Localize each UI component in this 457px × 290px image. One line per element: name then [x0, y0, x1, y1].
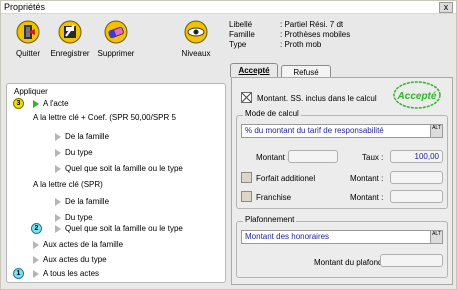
exit-icon [16, 20, 40, 44]
apply-item-famille-1[interactable]: De la famille [55, 132, 109, 141]
arrow-right-icon [55, 148, 61, 157]
apply-item-acte[interactable]: A l'acte [33, 99, 69, 108]
apply-item-actes-type[interactable]: Aux actes du type [33, 255, 107, 264]
apply-item-tous[interactable]: A tous les actes [33, 269, 99, 278]
arrow-right-icon [33, 255, 39, 264]
apply-item-type-1[interactable]: Du type [55, 148, 93, 157]
franchise-label: Franchise [256, 193, 292, 202]
arrow-right-icon [55, 164, 61, 173]
montant-label: Montant : [256, 153, 290, 162]
info-row: Famille : Prothèses mobiles [229, 30, 351, 39]
arrow-right-icon [33, 240, 39, 249]
eye-icon [184, 20, 208, 44]
title-bar: Propriétés x [1, 1, 456, 14]
save-label: Enregistrer [50, 49, 90, 58]
stamp-text: Accepté [397, 91, 437, 102]
arrow-right-icon [55, 197, 61, 206]
tab-accepte[interactable]: Accepté [230, 63, 278, 77]
franchise-montant-input[interactable] [390, 190, 443, 203]
apply-item-lettre-coef[interactable]: A la lettre clé + Coef. (SPR 50,00/SPR 5 [33, 113, 176, 122]
forfait-label: Forfait additionel [256, 174, 316, 183]
calc-mode-select[interactable]: % du montant du tarif de responsabilité … [241, 124, 443, 138]
arrow-right-icon [33, 269, 39, 278]
arrow-right-icon [55, 132, 61, 141]
levels-label: Niveaux [181, 49, 211, 58]
save-icon [58, 20, 82, 44]
quit-label: Quitter [15, 49, 40, 58]
levels-button[interactable]: Niveaux [173, 19, 219, 58]
accepted-panel: Montant. SS. inclus dans le calcul Accep… [231, 77, 453, 285]
act-info: Libellé : Partiel Rési. 7 dt Famille : P… [229, 20, 350, 50]
forfait-montant-input[interactable] [390, 171, 443, 184]
plafond-amount-input[interactable] [380, 254, 443, 267]
taux-input[interactable]: 100,00 [390, 150, 443, 163]
apply-item-famille-2[interactable]: De la famille [55, 197, 109, 206]
level-badge-3: 3 [13, 98, 24, 109]
tab-refuse[interactable]: Refusé [281, 65, 331, 77]
level-badge-2: 2 [31, 223, 42, 234]
apply-item-lettre[interactable]: A la lettre clé (SPR) [33, 180, 103, 189]
arrow-right-icon [55, 213, 61, 222]
apply-panel: Appliquer 3 A l'acte A la lettre clé + C… [6, 83, 226, 283]
ss-included-label: Montant. SS. inclus dans le calcul [257, 94, 377, 103]
plafond-title: Plafonnement [243, 215, 297, 224]
eraser-icon [104, 20, 128, 44]
info-row: Libellé : Partiel Rési. 7 dt [229, 20, 344, 29]
forfait-montant-label: Montant : [350, 174, 384, 183]
dropdown-icon[interactable]: ALT [430, 125, 442, 137]
properties-window: Propriétés x Quitter Enregistrer Supprim… [0, 0, 457, 290]
apply-item-actes-famille[interactable]: Aux actes de la famille [33, 240, 123, 249]
accepted-stamp-icon: Accepté [393, 81, 441, 109]
dropdown-icon[interactable]: ALT [430, 231, 442, 243]
delete-button[interactable]: Supprimer [93, 19, 139, 58]
quit-button[interactable]: Quitter [5, 19, 51, 58]
forfait-checkbox[interactable] [241, 172, 252, 183]
plafond-select[interactable]: Montant des honoraires ALT [241, 230, 443, 244]
save-button[interactable]: Enregistrer [47, 19, 93, 58]
arrow-right-icon [33, 99, 39, 108]
arrow-right-icon [55, 224, 61, 233]
franchise-checkbox[interactable] [241, 191, 252, 202]
info-row: Type : Proth mob [229, 40, 322, 49]
franchise-montant-label: Montant : [350, 193, 384, 202]
close-button[interactable]: x [439, 2, 453, 13]
apply-header: Appliquer [14, 87, 48, 96]
plafond-amount-label: Montant du plafond [314, 258, 383, 267]
montant-input[interactable] [288, 150, 338, 163]
delete-label: Supprimer [97, 49, 135, 58]
window-title: Propriétés [4, 2, 46, 12]
check-mark-icon [241, 92, 252, 103]
apply-item-type-2[interactable]: Du type [55, 213, 93, 222]
apply-item-any-2[interactable]: Quel que soit la famille ou le type [55, 224, 183, 233]
apply-item-any-1[interactable]: Quel que soit la famille ou le type [55, 164, 183, 173]
calc-mode-title: Mode de calcul [243, 109, 301, 118]
level-badge-1: 1 [13, 268, 24, 279]
ss-included-checkbox[interactable] [241, 92, 252, 103]
taux-label: Taux : [362, 153, 384, 162]
